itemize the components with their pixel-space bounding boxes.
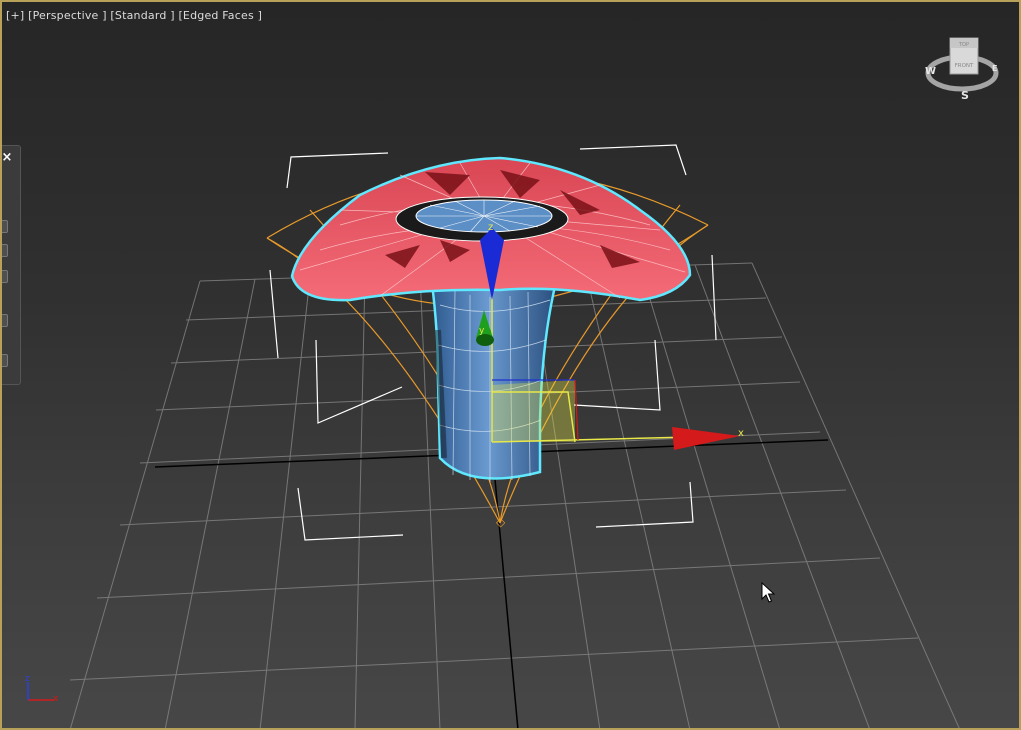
gizmo-z-label: z [488,222,493,233]
compass-west[interactable]: W [925,66,936,77]
viewport-general-menu[interactable]: [+] [6,9,24,22]
compass-south[interactable]: S [961,89,969,102]
close-icon[interactable]: × [2,150,14,166]
panel-button-3[interactable] [2,270,8,283]
pivot-marker-icon: ◇ [496,515,506,529]
gizmo-x-label: x [738,428,744,439]
viewport-shading-menu[interactable]: [Standard ] [110,9,174,22]
panel-button-5[interactable] [2,354,8,367]
perspective-viewport[interactable]: ◇ x z y TOP FRONT W E S x z [+] [Perspec… [0,0,1021,730]
axis-tripod: x z [25,674,59,704]
viewport-pov-menu[interactable]: [Perspective ] [28,9,107,22]
tripod-z-label: z [25,674,30,684]
viewcube[interactable]: TOP FRONT W E S [925,37,999,102]
x-axis-arrow-icon[interactable] [672,427,740,450]
mushroom-stem[interactable] [430,280,558,482]
viewport-label-menu[interactable]: [+] [Perspective ] [Standard ] [Edged Fa… [6,9,262,22]
mouse-cursor-icon [761,582,775,603]
gizmo-y-label: y [479,326,485,336]
panel-button-4[interactable] [2,314,8,327]
viewport-edged-faces-menu[interactable]: [Edged Faces ] [178,9,262,22]
tripod-x-label: x [53,694,59,704]
viewcube-front-face[interactable]: FRONT [955,63,974,69]
panel-button-1[interactable] [2,220,8,233]
viewcube-top-face[interactable]: TOP [958,42,969,48]
panel-button-2[interactable] [2,244,8,257]
compass-east[interactable]: E [992,64,997,73]
floating-side-panel[interactable]: × [2,145,21,385]
scene-canvas[interactable]: ◇ x z y TOP FRONT W E S x z [0,0,1021,730]
